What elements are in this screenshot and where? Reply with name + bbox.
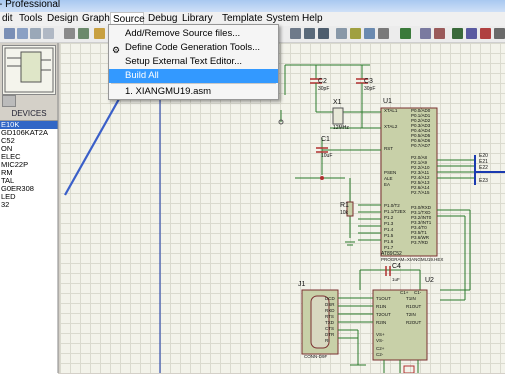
add-remove-source-item[interactable]: Add/Remove Source files... bbox=[109, 27, 278, 41]
menu-design[interactable]: Design bbox=[45, 12, 80, 26]
overview-preview[interactable] bbox=[2, 45, 56, 95]
recent-file-item[interactable]: 1. XIANGMU19.asm bbox=[109, 85, 278, 99]
define-code-gen-tools-item[interactable]: ⚙ Define Code Generation Tools... bbox=[109, 41, 278, 55]
report-icon[interactable] bbox=[480, 28, 491, 39]
tool-icon-3[interactable] bbox=[318, 28, 329, 39]
window-title: - Professional bbox=[0, 0, 61, 10]
setup-editor-item[interactable]: Setup External Text Editor... bbox=[109, 55, 278, 69]
grid-icon[interactable] bbox=[78, 28, 89, 39]
menu-separator bbox=[111, 83, 276, 84]
menu-help[interactable]: Help bbox=[300, 12, 325, 26]
wire-icon[interactable] bbox=[350, 28, 361, 39]
area-icon[interactable] bbox=[43, 28, 54, 39]
open-icon[interactable] bbox=[4, 28, 15, 39]
build-all-item[interactable]: Build All bbox=[109, 69, 278, 83]
list-item[interactable]: 32 bbox=[0, 201, 58, 209]
tool-icon-1[interactable] bbox=[290, 28, 301, 39]
overview-graphic bbox=[4, 47, 54, 93]
bom-icon[interactable] bbox=[466, 28, 477, 39]
tag-icon[interactable] bbox=[434, 28, 445, 39]
package-icon[interactable] bbox=[452, 28, 463, 39]
menu-tools[interactable]: Tools bbox=[17, 12, 44, 26]
devices-header: DEVICES bbox=[0, 109, 58, 119]
print-icon[interactable] bbox=[30, 28, 41, 39]
pick-button[interactable] bbox=[2, 95, 16, 107]
origin-icon[interactable] bbox=[94, 28, 105, 39]
search-icon[interactable] bbox=[420, 28, 431, 39]
tool-icon-2[interactable] bbox=[304, 28, 315, 39]
left-panel: DEVICES E10K GD106KAT2A C52 ON ELEC MIC2… bbox=[0, 43, 58, 374]
zoom-icon[interactable] bbox=[336, 28, 347, 39]
source-menu-dropdown: Add/Remove Source files... ⚙ Define Code… bbox=[108, 24, 279, 100]
junction-icon[interactable] bbox=[378, 28, 389, 39]
more-icon[interactable] bbox=[494, 28, 505, 39]
save-icon[interactable] bbox=[17, 28, 28, 39]
netlist-icon[interactable] bbox=[400, 28, 411, 39]
menu-edit[interactable]: dit bbox=[0, 12, 15, 26]
title-bar: - Professional bbox=[0, 0, 505, 12]
bus-icon[interactable] bbox=[364, 28, 375, 39]
device-list[interactable]: E10K GD106KAT2A C52 ON ELEC MIC22P RM TA… bbox=[0, 120, 58, 374]
refresh-icon[interactable] bbox=[64, 28, 75, 39]
